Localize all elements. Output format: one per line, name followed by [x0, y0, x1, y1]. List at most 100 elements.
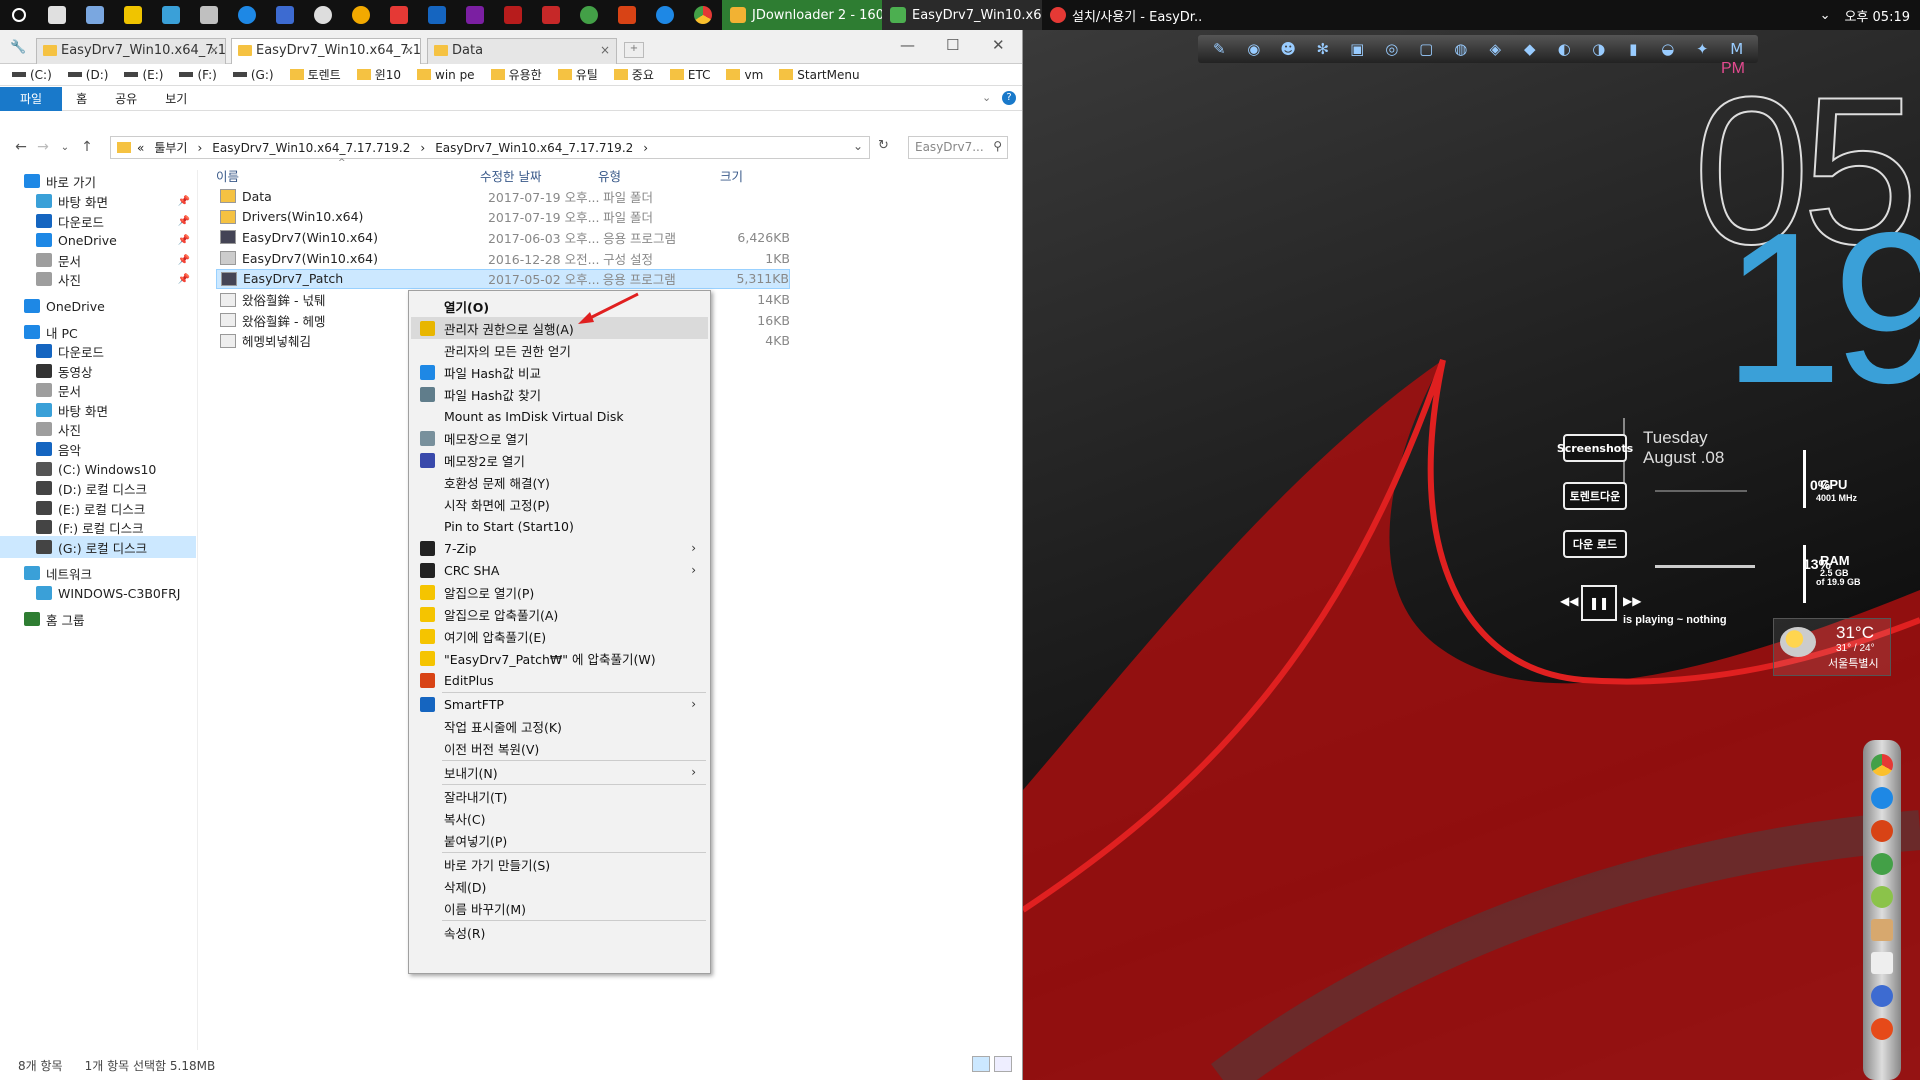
breadcrumb-item[interactable]: EasyDrv7_Win10.x64_7.17.719.2 — [435, 141, 633, 155]
file-row[interactable]: EasyDrv7(Win10.x64) 2017-06-03 오후... 응용 프로… — [216, 227, 790, 247]
nav-item[interactable]: 홈 그룹 — [0, 608, 196, 630]
refresh-icon[interactable]: ↻ — [878, 138, 889, 153]
minimize-button[interactable]: — — [900, 36, 915, 54]
media-icon[interactable]: ◎ — [1377, 38, 1408, 60]
app-icon[interactable] — [456, 0, 494, 30]
pencil-icon[interactable]: ✎ — [1204, 38, 1235, 60]
chevron-down-icon[interactable]: ⌄ — [853, 139, 863, 153]
chevron-down-icon[interactable]: ⌄ — [982, 91, 991, 104]
menu-item[interactable]: 잘라내기(T) — [411, 785, 708, 807]
app-icon[interactable]: ▢ — [1411, 38, 1442, 60]
menu-item[interactable]: 삭제(D) — [411, 875, 708, 897]
desktop-shortcut-screenshots[interactable]: Screenshots — [1557, 434, 1633, 462]
close-icon[interactable]: × — [404, 43, 414, 57]
printer-icon[interactable]: ▣ — [1342, 38, 1373, 60]
breadcrumb-prefix[interactable]: « — [137, 141, 144, 155]
tab-easydrv-1[interactable]: EasyDrv7_Win10.x64_7.17...× — [36, 38, 226, 64]
favorite-item[interactable]: 중요 — [608, 66, 660, 83]
address-bar[interactable]: « 툴부기 › EasyDrv7_Win10.x64_7.17.719.2 › Ea… — [110, 136, 870, 159]
up-button[interactable]: ↑ — [76, 139, 98, 155]
nav-item[interactable]: 네트워크 — [0, 562, 196, 584]
favorite-item[interactable]: 유틸 — [552, 66, 604, 83]
favorite-item[interactable]: ETC — [664, 68, 717, 82]
tray-clock[interactable]: 오후 05:19 — [1844, 6, 1910, 25]
app-icon[interactable] — [380, 0, 418, 30]
favorite-item[interactable]: win pe — [411, 68, 481, 82]
image-icon[interactable] — [1871, 919, 1893, 941]
app-icon[interactable] — [228, 0, 266, 30]
gear-icon[interactable]: ✻ — [1308, 38, 1339, 60]
nav-item[interactable]: (D:) 로컬 디스크 — [0, 477, 196, 499]
nav-item[interactable]: 음악 — [0, 438, 196, 460]
app-icon[interactable] — [266, 0, 304, 30]
file-row[interactable]: Drivers(Win10.x64) 2017-07-19 오후... 파일 폴더 — [216, 207, 790, 227]
favorite-item[interactable]: (G:) — [227, 68, 280, 82]
column-size[interactable]: 크기 — [720, 166, 743, 185]
favorite-item[interactable]: 유용한 — [485, 66, 548, 83]
chevron-down-icon[interactable]: ⌄ — [1820, 8, 1831, 23]
favorite-item[interactable]: (E:) — [118, 68, 169, 82]
tab-easydrv-2[interactable]: EasyDrv7_Win10.x64_7.17...× — [231, 38, 421, 65]
desktop-shortcut-torrent[interactable]: 토렌트다운 — [1563, 482, 1627, 510]
menu-item[interactable]: CRC SHA › — [411, 559, 708, 581]
app-icon[interactable] — [494, 0, 532, 30]
menu-item[interactable]: Mount as ImDisk Virtual Disk — [411, 405, 708, 427]
tab-file[interactable]: 파일 — [0, 86, 63, 111]
nav-item[interactable]: 바로 가기 — [0, 170, 196, 192]
app-icon[interactable]: ◈ — [1480, 38, 1511, 60]
ie-icon[interactable] — [1871, 787, 1893, 809]
nav-item[interactable]: 다운로드 — [0, 340, 196, 362]
app-icon[interactable] — [342, 0, 380, 30]
nav-item[interactable]: OneDrive — [0, 295, 196, 317]
menu-item[interactable]: 열기(O) — [411, 295, 708, 317]
nav-item[interactable]: 문서 — [0, 379, 196, 401]
menu-item[interactable]: 알집으로 압축풀기(A) — [411, 603, 708, 625]
favorite-item[interactable]: (C:) — [6, 68, 58, 82]
menu-item[interactable]: Pin to Start (Start10) — [411, 515, 708, 537]
search-input[interactable]: EasyDrv7... ⚲ — [908, 136, 1008, 159]
app-icon[interactable]: ◐ — [1549, 38, 1580, 60]
clover-icon[interactable] — [570, 0, 608, 30]
column-type[interactable]: 유형 — [598, 166, 621, 185]
nav-item[interactable]: WINDOWS-C3B0FRJ — [0, 582, 196, 604]
drive-icon[interactable] — [1871, 886, 1893, 908]
ie-icon[interactable] — [646, 0, 684, 30]
desktop-shortcut-downloads[interactable]: 다운 로드 — [1563, 530, 1627, 558]
gear-icon[interactable] — [304, 0, 342, 30]
nav-item[interactable]: OneDrive 📌 — [0, 229, 196, 251]
app-icon[interactable]: ◆ — [1515, 38, 1546, 60]
favorite-item[interactable]: 윈10 — [351, 66, 407, 83]
nav-item[interactable]: (G:) 로컬 디스크 — [0, 536, 196, 558]
pause-button[interactable]: ❚❚ — [1581, 585, 1617, 621]
file-row[interactable]: EasyDrv7_Patch 2017-05-02 오후... 응용 프로그램 5,3… — [216, 268, 790, 289]
next-track-icon[interactable]: ▶▶ — [1623, 594, 1641, 608]
taskbar-window-explorer[interactable]: EasyDrv7_Win10.x64... — [882, 0, 1042, 30]
clover-icon[interactable] — [1871, 853, 1893, 875]
breadcrumb-item[interactable]: 툴부기 — [154, 139, 187, 156]
favorite-item[interactable]: vm — [720, 68, 769, 82]
menu-item[interactable]: 파일 Hash값 비교 — [411, 361, 708, 383]
taskbar-window-jdownloader[interactable]: JDownloader 2 - 160... — [722, 0, 882, 30]
recent-dropdown[interactable]: ⌄ — [54, 142, 76, 153]
menu-item[interactable]: 관리자의 모든 권한 얻기 — [411, 339, 708, 361]
chrome-icon[interactable] — [1871, 754, 1893, 776]
maximize-button[interactable]: ☐ — [946, 36, 959, 54]
app-icon[interactable] — [1871, 1018, 1893, 1040]
nav-item[interactable]: (F:) 로컬 디스크 — [0, 516, 196, 538]
menu-item[interactable]: 7-Zip › — [411, 537, 708, 559]
column-date[interactable]: 수정한 날짜 — [480, 166, 541, 185]
tab-share[interactable]: 공유 — [101, 87, 151, 111]
menu-item[interactable]: 속성(R) — [411, 921, 708, 943]
favorite-item[interactable]: (D:) — [62, 68, 115, 82]
file-row[interactable]: EasyDrv7(Win10.x64) 2016-12-28 오전... 구성 설정… — [216, 248, 790, 268]
taskbar-window-chrome[interactable]: 설치/사용기 - EasyDr... — [1042, 0, 1202, 30]
nav-item[interactable]: 사진 — [0, 418, 196, 440]
menu-item[interactable]: "EasyDrv7_Patch₩" 에 압축풀기(W) — [411, 647, 708, 669]
wrench-icon[interactable]: 🔧 — [10, 40, 26, 55]
menu-item[interactable]: 작업 표시줄에 고정(K) — [411, 715, 708, 737]
menu-item[interactable]: 파일 Hash값 찾기 — [411, 383, 708, 405]
menu-item[interactable]: 이름 바꾸기(M) — [411, 897, 708, 919]
back-button[interactable]: ← — [10, 139, 32, 155]
forward-button[interactable]: → — [32, 139, 54, 155]
app-icon[interactable] — [1871, 985, 1893, 1007]
